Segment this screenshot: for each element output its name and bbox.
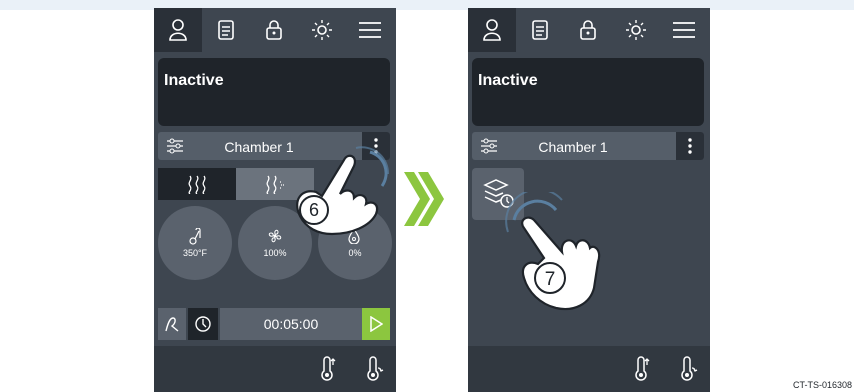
play-icon xyxy=(370,316,383,332)
probe-curve-icon xyxy=(165,317,179,332)
thermometer-icon xyxy=(189,228,201,245)
chamber-label: Chamber 1 xyxy=(538,139,608,155)
next-step-chevron-icon xyxy=(404,172,444,226)
timer-mode-button[interactable] xyxy=(188,308,218,340)
oven-screen-step-6: Inactive Chamber 1 350°F 100% 0% 00:05:0… xyxy=(154,8,396,392)
tap-gesture-hand-icon: 6 xyxy=(296,146,390,236)
recipe-book-button[interactable] xyxy=(516,8,564,52)
start-button[interactable] xyxy=(362,308,390,340)
top-strip xyxy=(0,0,854,10)
step-number: 7 xyxy=(545,269,556,290)
chamber-bar: Chamber 1 xyxy=(472,132,704,160)
main-menu-button[interactable] xyxy=(660,8,708,52)
user-icon xyxy=(483,19,501,41)
tap-gesture-hand-icon: 7 xyxy=(505,192,601,311)
lock-button[interactable] xyxy=(564,8,612,52)
hamburger-menu-icon xyxy=(673,22,695,38)
humidity-value: 0% xyxy=(348,248,362,258)
brightness-button[interactable] xyxy=(612,8,660,52)
preheat-icon[interactable] xyxy=(632,356,652,382)
status-text: Inactive xyxy=(164,72,224,89)
recipe-book-button[interactable] xyxy=(202,8,250,52)
temperature-value: 350°F xyxy=(182,248,208,258)
cooldown-icon[interactable] xyxy=(678,356,698,382)
oven-screen-step-7: Inactive Chamber 1 7 xyxy=(468,8,710,392)
hamburger-menu-icon xyxy=(359,22,381,38)
fan-speed-value: 100% xyxy=(263,248,287,258)
timer-bar: 00:05:00 xyxy=(158,308,390,340)
status-display: Inactive xyxy=(158,58,390,126)
step-number: 6 xyxy=(309,200,319,220)
temperature-dial[interactable]: 350°F xyxy=(158,206,232,280)
convection-mode-tab[interactable] xyxy=(158,168,236,200)
lock-icon xyxy=(266,20,282,40)
top-navigation xyxy=(154,8,396,52)
status-text: Inactive xyxy=(478,72,538,89)
bottom-bar xyxy=(468,346,710,392)
chamber-options-button[interactable] xyxy=(676,132,704,160)
fan-icon xyxy=(268,229,282,243)
brightness-button[interactable] xyxy=(298,8,346,52)
cook-profile-button[interactable] xyxy=(158,308,186,340)
brightness-icon xyxy=(312,20,332,40)
lock-button[interactable] xyxy=(250,8,298,52)
timer-value[interactable]: 00:05:00 xyxy=(220,308,362,340)
top-navigation xyxy=(468,8,710,52)
bottom-bar xyxy=(154,346,396,392)
cooldown-icon[interactable] xyxy=(364,356,384,382)
status-display: Inactive xyxy=(472,58,704,126)
clock-icon xyxy=(195,316,211,332)
brightness-icon xyxy=(626,20,646,40)
user-profile-button[interactable] xyxy=(468,8,516,52)
lock-icon xyxy=(580,20,596,40)
user-icon xyxy=(169,19,187,41)
preheat-icon[interactable] xyxy=(318,356,338,382)
heat-waves-icon xyxy=(188,175,206,194)
recipe-book-icon xyxy=(532,20,548,40)
user-profile-button[interactable] xyxy=(154,8,202,52)
recipe-book-icon xyxy=(218,20,234,40)
main-menu-button[interactable] xyxy=(346,8,394,52)
figure-code: CT-TS-016308 xyxy=(792,380,852,390)
kebab-menu-icon xyxy=(688,138,692,154)
